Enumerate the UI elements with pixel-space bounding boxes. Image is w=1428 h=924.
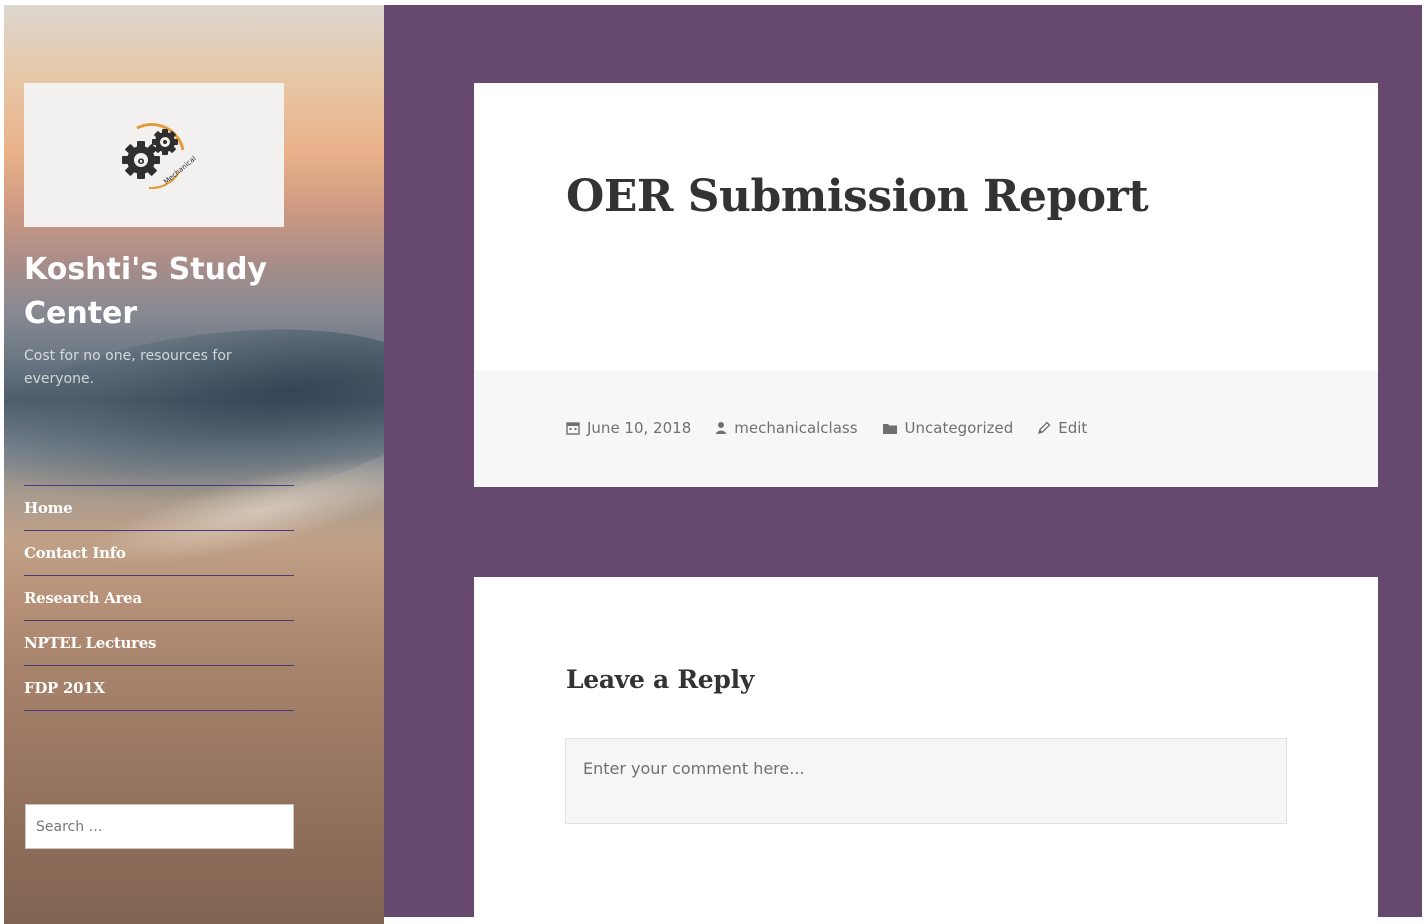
reply-title: Leave a Reply <box>566 665 755 694</box>
post-category[interactable]: Uncategorized <box>882 419 1014 437</box>
nav-item-nptel-lectures[interactable]: NPTEL Lectures <box>24 621 294 666</box>
user-icon <box>715 421 727 435</box>
post-author-text: mechanicalclass <box>734 419 858 437</box>
calendar-icon <box>566 421 580 435</box>
svg-text:o: o <box>138 156 145 167</box>
comments-card: Leave a Reply <box>474 577 1378 922</box>
site-logo[interactable]: o Mechanical <box>24 83 284 227</box>
site-title[interactable]: Koshti's Study Center <box>24 248 324 336</box>
comment-input[interactable] <box>565 738 1287 824</box>
post-date-text: June 10, 2018 <box>587 419 692 437</box>
folder-icon <box>882 422 898 435</box>
nav-item-contact-info[interactable]: Contact Info <box>24 531 294 576</box>
nav-item-fdp-201x[interactable]: FDP 201X <box>24 666 294 711</box>
pencil-icon <box>1037 421 1051 435</box>
main-content: OER Submission Report June 10, 2018 mech… <box>384 5 1422 922</box>
post-card: OER Submission Report June 10, 2018 mech… <box>474 83 1378 487</box>
post-edit-text: Edit <box>1058 419 1088 437</box>
post-author[interactable]: mechanicalclass <box>715 419 858 437</box>
main-navigation: Home Contact Info Research Area NPTEL Le… <box>24 485 294 711</box>
browser-page: o Mechanical Koshti's Study Center Cost … <box>0 0 1428 924</box>
post-title[interactable]: OER Submission Report <box>566 171 1149 222</box>
logo-text: Mechanical <box>162 155 197 186</box>
post-meta-footer: June 10, 2018 mechanicalclass Uncategori… <box>474 371 1378 487</box>
nav-item-research-area[interactable]: Research Area <box>24 576 294 621</box>
post-category-text: Uncategorized <box>904 419 1014 437</box>
nav-item-home[interactable]: Home <box>24 486 294 531</box>
post-meta: June 10, 2018 mechanicalclass Uncategori… <box>566 419 1111 437</box>
gears-icon: o Mechanical <box>122 122 198 190</box>
site-description: Cost for no one, resources for everyone. <box>24 348 232 387</box>
post-edit-link[interactable]: Edit <box>1037 419 1087 437</box>
sidebar: o Mechanical Koshti's Study Center Cost … <box>4 5 384 924</box>
search-input[interactable] <box>25 804 294 849</box>
post-date[interactable]: June 10, 2018 <box>566 419 691 437</box>
